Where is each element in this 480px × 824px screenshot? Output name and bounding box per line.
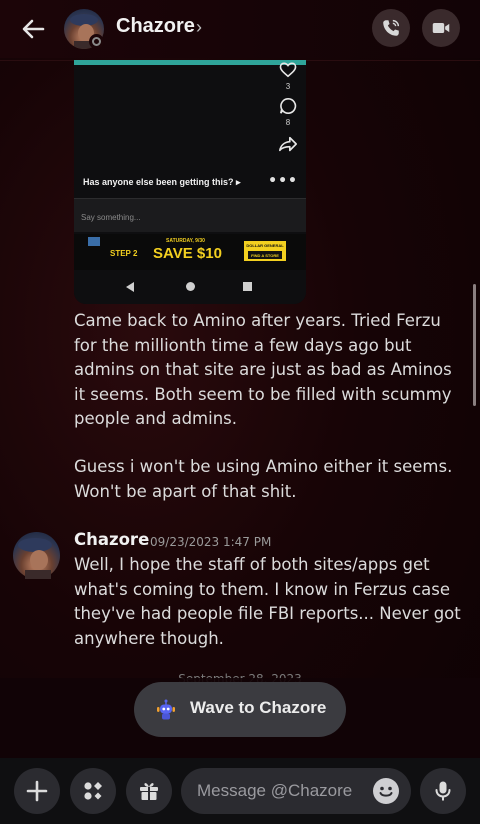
share-icon [279,136,297,152]
plus-icon [26,780,48,802]
wave-button-label: Wave to Chazore [190,698,327,717]
embed-nav-bar [74,272,306,304]
embed-comment-field: Say something... [74,198,306,232]
embed-accent-bar [74,60,306,65]
microphone-icon [435,781,451,801]
arrow-left-icon [22,19,45,39]
embed-comment-placeholder: Say something... [81,213,141,222]
back-button[interactable] [18,14,48,44]
avatar[interactable] [13,532,60,582]
comment-count: 8 [285,118,291,127]
emoji-button[interactable] [373,778,399,804]
scrollbar[interactable] [473,284,476,406]
message-text: Well, I hope the staff of both sites/app… [74,555,461,648]
video-camera-icon [432,22,450,34]
voice-call-button[interactable] [372,9,410,47]
phone-icon [383,19,400,36]
back-triangle-icon [126,282,134,292]
add-attachment-button[interactable] [14,768,60,814]
apps-button[interactable] [70,768,116,814]
ad-store-box: DOLLAR GENERAL FIND A STORE [244,241,286,261]
page-title[interactable]: Chazore [116,15,195,38]
apps-icon [84,782,102,800]
chevron-right-icon[interactable]: › [196,17,202,38]
like-count: 3 [285,82,291,91]
ad-store-line2: FIND A STORE [248,251,282,259]
embed-actions: 3 8 [276,60,300,155]
gift-button[interactable] [126,768,172,814]
emoji-icon [379,786,393,797]
embed-caption: Has anyone else been getting this? ▸ [83,177,241,187]
message-text: Came back to Amino after years. Tried Fe… [74,311,452,428]
heart-icon [279,62,297,78]
ad-step-text: STEP 2 [110,249,138,258]
more-icon: ••• [268,173,298,189]
ad-badge [88,237,100,246]
home-circle-icon [186,282,195,291]
message-input[interactable] [181,768,411,814]
message-author[interactable]: Chazore [74,530,149,549]
image-attachment[interactable]: 3 8 Has anyone else been getting this? ▸… [74,60,306,304]
message-composer [0,758,480,824]
voice-message-button[interactable] [420,768,466,814]
status-indicator [89,34,104,49]
ad-save-text: SAVE $10 [153,245,222,262]
ad-store-line1: DOLLAR GENERAL [246,243,284,248]
ad-date-text: SATURDAY, 9/30 [166,238,205,244]
top-bar: Chazore › [0,0,480,58]
message-field[interactable] [197,768,367,814]
recents-square-icon [243,282,252,291]
wave-button[interactable]: Wave to Chazore [134,682,346,737]
gift-icon [140,783,158,800]
message-text: Guess i won't be using Amino either it s… [74,457,453,501]
wave-robot-icon [157,699,175,720]
comment-icon [280,97,297,114]
video-call-button[interactable] [422,9,460,47]
embed-ad-banner: STEP 2 SATURDAY, 9/30 SAVE $10 DOLLAR GE… [74,234,306,270]
message-timestamp: 09/23/2023 1:47 PM [150,535,272,549]
